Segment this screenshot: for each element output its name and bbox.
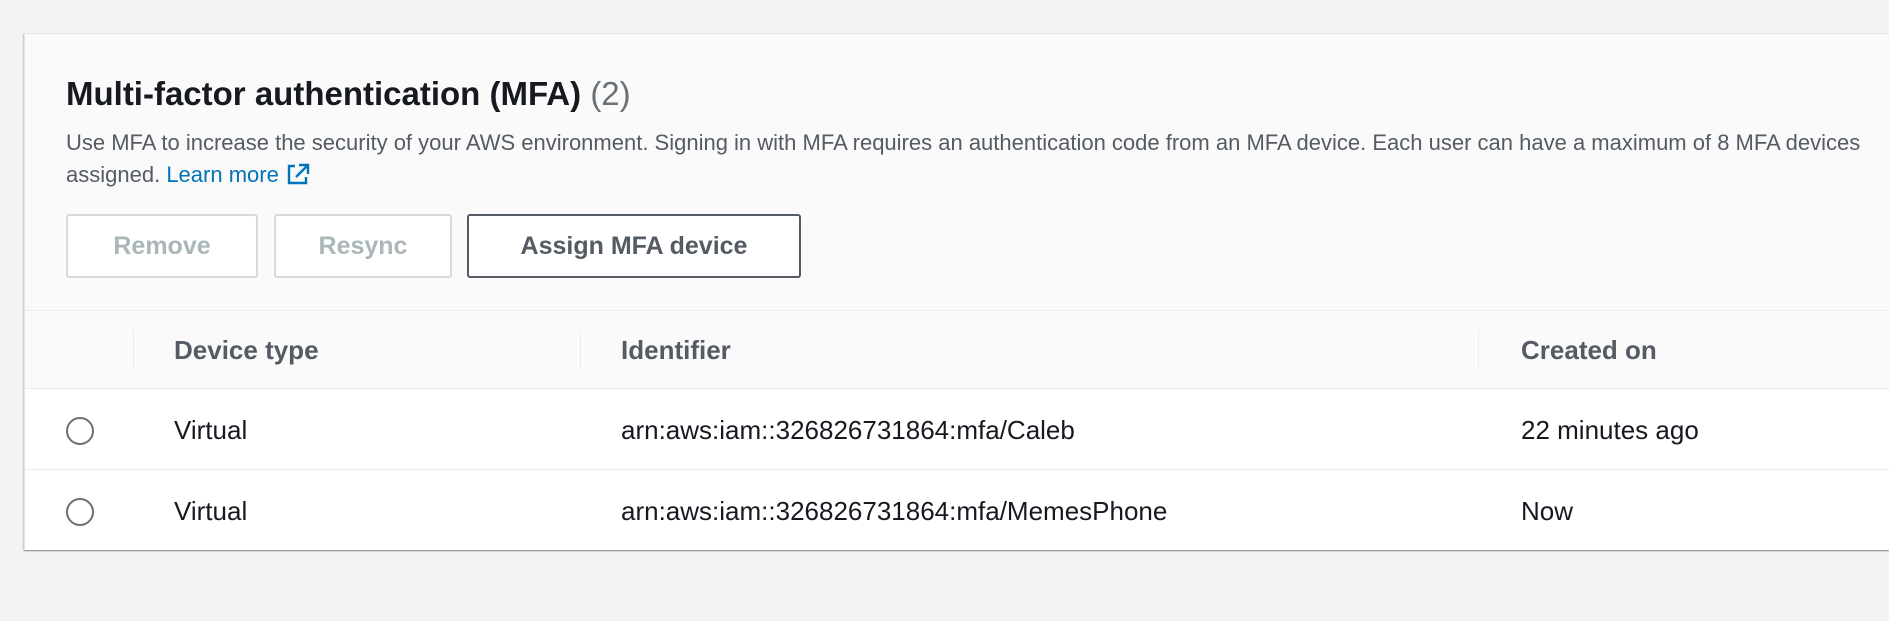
created-on-cell: 22 minutes ago bbox=[1521, 414, 1699, 445]
mfa-panel: Multi-factor authentication (MFA) (2) Us… bbox=[24, 33, 1889, 550]
identifier-cell: arn:aws:iam::326826731864:mfa/MemesPhone bbox=[621, 495, 1168, 526]
device-type-cell: Virtual bbox=[174, 414, 248, 445]
assign-mfa-device-button[interactable]: Assign MFA device bbox=[467, 214, 801, 278]
learn-more-label: Learn more bbox=[166, 162, 279, 187]
column-header-identifier[interactable]: Identifier bbox=[621, 311, 731, 389]
row-select-radio[interactable] bbox=[66, 498, 94, 526]
table-row[interactable]: Virtual arn:aws:iam::326826731864:mfa/Ca… bbox=[25, 390, 1889, 470]
remove-button[interactable]: Remove bbox=[66, 214, 258, 278]
column-divider bbox=[133, 330, 134, 370]
description-text: Use MFA to increase the security of your… bbox=[66, 130, 1861, 187]
page-title: Multi-factor authentication (MFA) (2) bbox=[66, 74, 631, 114]
column-header-device-type[interactable]: Device type bbox=[174, 311, 319, 389]
column-divider bbox=[1478, 330, 1479, 370]
created-on-cell: Now bbox=[1521, 495, 1574, 526]
learn-more-link[interactable]: Learn more bbox=[166, 162, 311, 187]
device-count: (2) bbox=[590, 75, 631, 112]
identifier-cell: arn:aws:iam::326826731864:mfa/Caleb bbox=[621, 414, 1075, 445]
device-type-cell: Virtual bbox=[174, 495, 248, 526]
resync-button[interactable]: Resync bbox=[274, 214, 452, 278]
mfa-header: Multi-factor authentication (MFA) (2) Us… bbox=[25, 34, 1889, 311]
table-header: Device type Identifier Created on bbox=[25, 311, 1889, 389]
table-row[interactable]: Virtual arn:aws:iam::326826731864:mfa/Me… bbox=[25, 471, 1889, 550]
external-link-icon bbox=[285, 162, 311, 195]
column-header-created-on[interactable]: Created on bbox=[1521, 311, 1657, 389]
column-divider bbox=[580, 330, 581, 370]
row-select-radio[interactable] bbox=[66, 417, 94, 445]
mfa-description: Use MFA to increase the security of your… bbox=[66, 127, 1866, 195]
title-text: Multi-factor authentication (MFA) bbox=[66, 75, 582, 112]
